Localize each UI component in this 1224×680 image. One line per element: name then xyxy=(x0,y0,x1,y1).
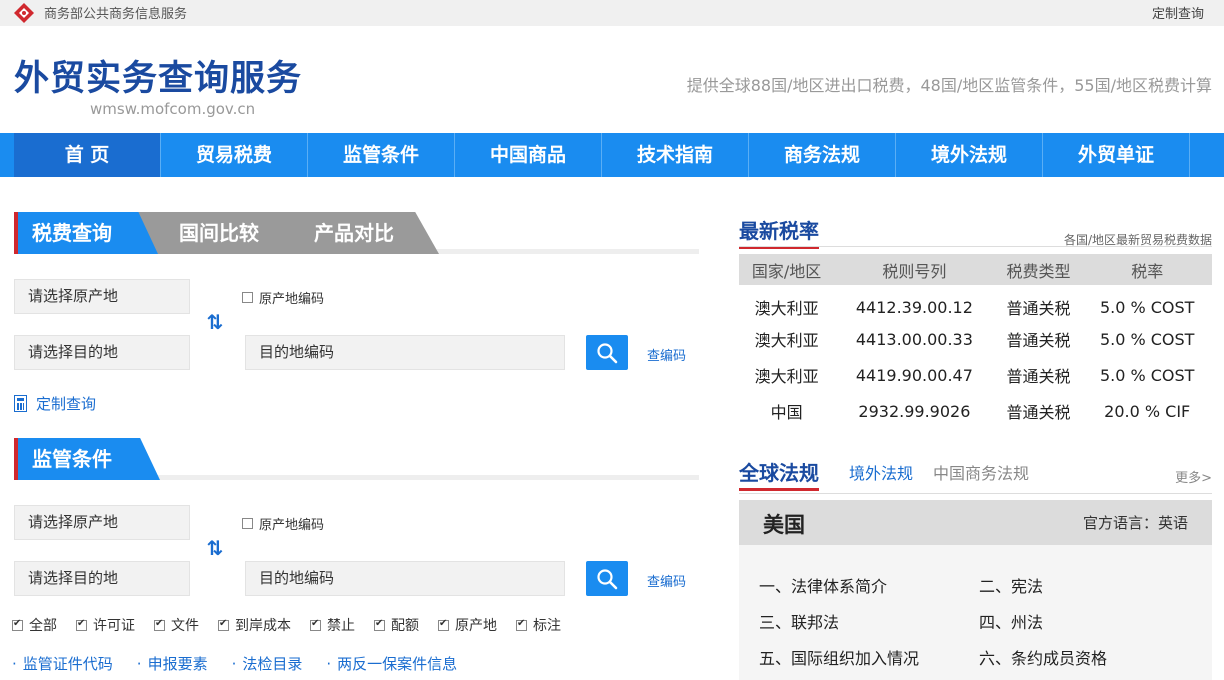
nav-trade-docs[interactable]: 外贸单证 xyxy=(1043,133,1190,177)
link-declaration-elements[interactable]: · 申报要素 xyxy=(137,653,208,674)
law-list: 一、法律体系简介 二、宪法 三、联邦法 四、州法 五、国际组织加入情况 六、条约… xyxy=(739,545,1212,680)
tab-tax-query[interactable]: 税费查询 xyxy=(18,212,158,254)
nav-supervision[interactable]: 监管条件 xyxy=(308,133,455,177)
filter-landed-cost[interactable]: 到岸成本 xyxy=(218,615,291,635)
lookup-code-link[interactable]: 查编码 xyxy=(647,345,686,364)
nav-tech-guide[interactable]: 技术指南 xyxy=(602,133,749,177)
law-item-state-law[interactable]: 四、州法 xyxy=(979,609,1043,633)
filter-document[interactable]: 文件 xyxy=(154,615,199,635)
supervision-filters: 全部 许可证 文件 到岸成本 禁止 配额 原产地 标注 xyxy=(12,615,580,635)
filter-license[interactable]: 许可证 xyxy=(76,615,135,635)
tax-search-button[interactable] xyxy=(586,335,628,370)
page-title: 外贸实务查询服务 xyxy=(14,59,303,99)
table-header-row: 国家/地区 税则号列 税费类型 税率 xyxy=(739,254,1212,285)
nav-china-goods[interactable]: 中国商品 xyxy=(455,133,602,177)
col-tax-type: 税费类型 xyxy=(994,254,1083,285)
site-domain: wmsw.mofcom.gov.cn xyxy=(90,100,256,118)
origin-code-checkbox[interactable]: 原产地编码 xyxy=(242,288,324,307)
filter-marking[interactable]: 标注 xyxy=(516,615,561,635)
sup-origin-code-checkbox[interactable]: 原产地编码 xyxy=(242,514,324,533)
link-inspection-catalog[interactable]: · 法检目录 xyxy=(232,653,303,674)
custom-query-link[interactable]: 定制查询 xyxy=(14,393,96,414)
tab-foreign-laws[interactable]: 境外法规 xyxy=(849,460,913,484)
table-row[interactable]: 中国 2932.99.9026 普通关税 20.0 % CIF xyxy=(739,393,1212,429)
top-bar: 商务部公共商务信息服务 定制查询 xyxy=(0,0,1224,26)
country-header: 美国 官方语言：英语 xyxy=(739,500,1212,545)
rates-table: 国家/地区 税则号列 税费类型 税率 澳大利亚 4412.39.00.12 普通… xyxy=(739,254,1212,429)
link-trade-remedy-cases[interactable]: · 两反一保案件信息 xyxy=(326,653,457,674)
main-nav: 首 页 贸易税费 监管条件 中国商品 技术指南 商务法规 境外法规 外贸单证 xyxy=(0,133,1224,177)
filter-quota[interactable]: 配额 xyxy=(374,615,419,635)
col-country: 国家/地区 xyxy=(739,254,835,285)
official-language: 官方语言：英语 xyxy=(1082,514,1188,532)
nav-commerce-laws[interactable]: 商务法规 xyxy=(749,133,896,177)
country-name: 美国 xyxy=(763,513,805,537)
sup-destination-select[interactable]: 请选择目的地 xyxy=(14,561,190,596)
sup-search-button[interactable] xyxy=(586,561,628,596)
origin-select[interactable]: 请选择原产地 xyxy=(14,279,190,314)
checkbox-icon[interactable] xyxy=(242,518,253,529)
sup-destination-code-input[interactable]: 目的地编码 xyxy=(245,561,565,596)
site-name: 商务部公共商务信息服务 xyxy=(44,7,188,22)
tab-country-compare[interactable]: 国间比较 xyxy=(134,212,304,254)
tax-tabs: 产品对比 国间比较 税费查询 xyxy=(14,212,699,254)
search-icon xyxy=(597,569,618,590)
more-link[interactable]: 更多> xyxy=(1175,467,1212,486)
mofcom-logo-icon xyxy=(14,3,34,23)
table-row[interactable]: 澳大利亚 4413.00.00.33 普通关税 5.0 % COST xyxy=(739,321,1212,357)
law-item-federal-law[interactable]: 三、联邦法 xyxy=(759,609,839,633)
latest-rates-note: 各国/地区最新贸易税费数据 xyxy=(1063,233,1212,247)
filter-origin[interactable]: 原产地 xyxy=(438,615,497,635)
col-tariff-code: 税则号列 xyxy=(834,254,995,285)
filter-all[interactable]: 全部 xyxy=(12,615,57,635)
search-icon xyxy=(597,343,618,364)
checkbox-icon[interactable] xyxy=(242,292,253,303)
link-supervision-cert-codes[interactable]: · 监管证件代码 xyxy=(12,653,113,674)
tab-supervision[interactable]: 监管条件 xyxy=(18,438,160,480)
law-item-intl-orgs[interactable]: 五、国际组织加入情况 xyxy=(759,645,919,669)
filter-prohibited[interactable]: 禁止 xyxy=(310,615,355,635)
global-laws-title: 全球法规 xyxy=(739,457,819,491)
swap-arrows-icon[interactable]: ⇅ xyxy=(204,309,226,335)
site-slogan: 提供全球88国/地区进出口税费，48国/地区监管条件，55国/地区税费计算 xyxy=(686,76,1212,95)
col-rate: 税率 xyxy=(1082,254,1212,285)
table-row[interactable]: 澳大利亚 4419.90.00.47 普通关税 5.0 % COST xyxy=(739,357,1212,393)
top-custom-query-link[interactable]: 定制查询 xyxy=(1152,3,1204,22)
supervision-links: · 监管证件代码 · 申报要素 · 法检目录 · 两反一保案件信息 xyxy=(12,653,481,674)
nav-foreign-laws[interactable]: 境外法规 xyxy=(896,133,1043,177)
destination-select[interactable]: 请选择目的地 xyxy=(14,335,190,370)
latest-rates-title: 最新税率 xyxy=(739,215,819,249)
calculator-icon xyxy=(14,395,27,412)
nav-home[interactable]: 首 页 xyxy=(14,133,161,177)
law-item-treaty-membership[interactable]: 六、条约成员资格 xyxy=(979,645,1107,669)
law-item-constitution[interactable]: 二、宪法 xyxy=(979,573,1043,597)
table-row[interactable]: 澳大利亚 4412.39.00.12 普通关税 5.0 % COST xyxy=(739,285,1212,321)
nav-trade-tax[interactable]: 贸易税费 xyxy=(161,133,308,177)
sup-swap-arrows-icon[interactable]: ⇅ xyxy=(204,535,226,561)
sup-origin-select[interactable]: 请选择原产地 xyxy=(14,505,190,540)
destination-code-input[interactable]: 目的地编码 xyxy=(245,335,565,370)
sup-lookup-code-link[interactable]: 查编码 xyxy=(647,571,686,590)
law-item-legal-system[interactable]: 一、法律体系简介 xyxy=(759,573,887,597)
supervision-tabs: 监管条件 xyxy=(14,438,699,480)
tab-china-commerce-laws[interactable]: 中国商务法规 xyxy=(933,460,1029,484)
